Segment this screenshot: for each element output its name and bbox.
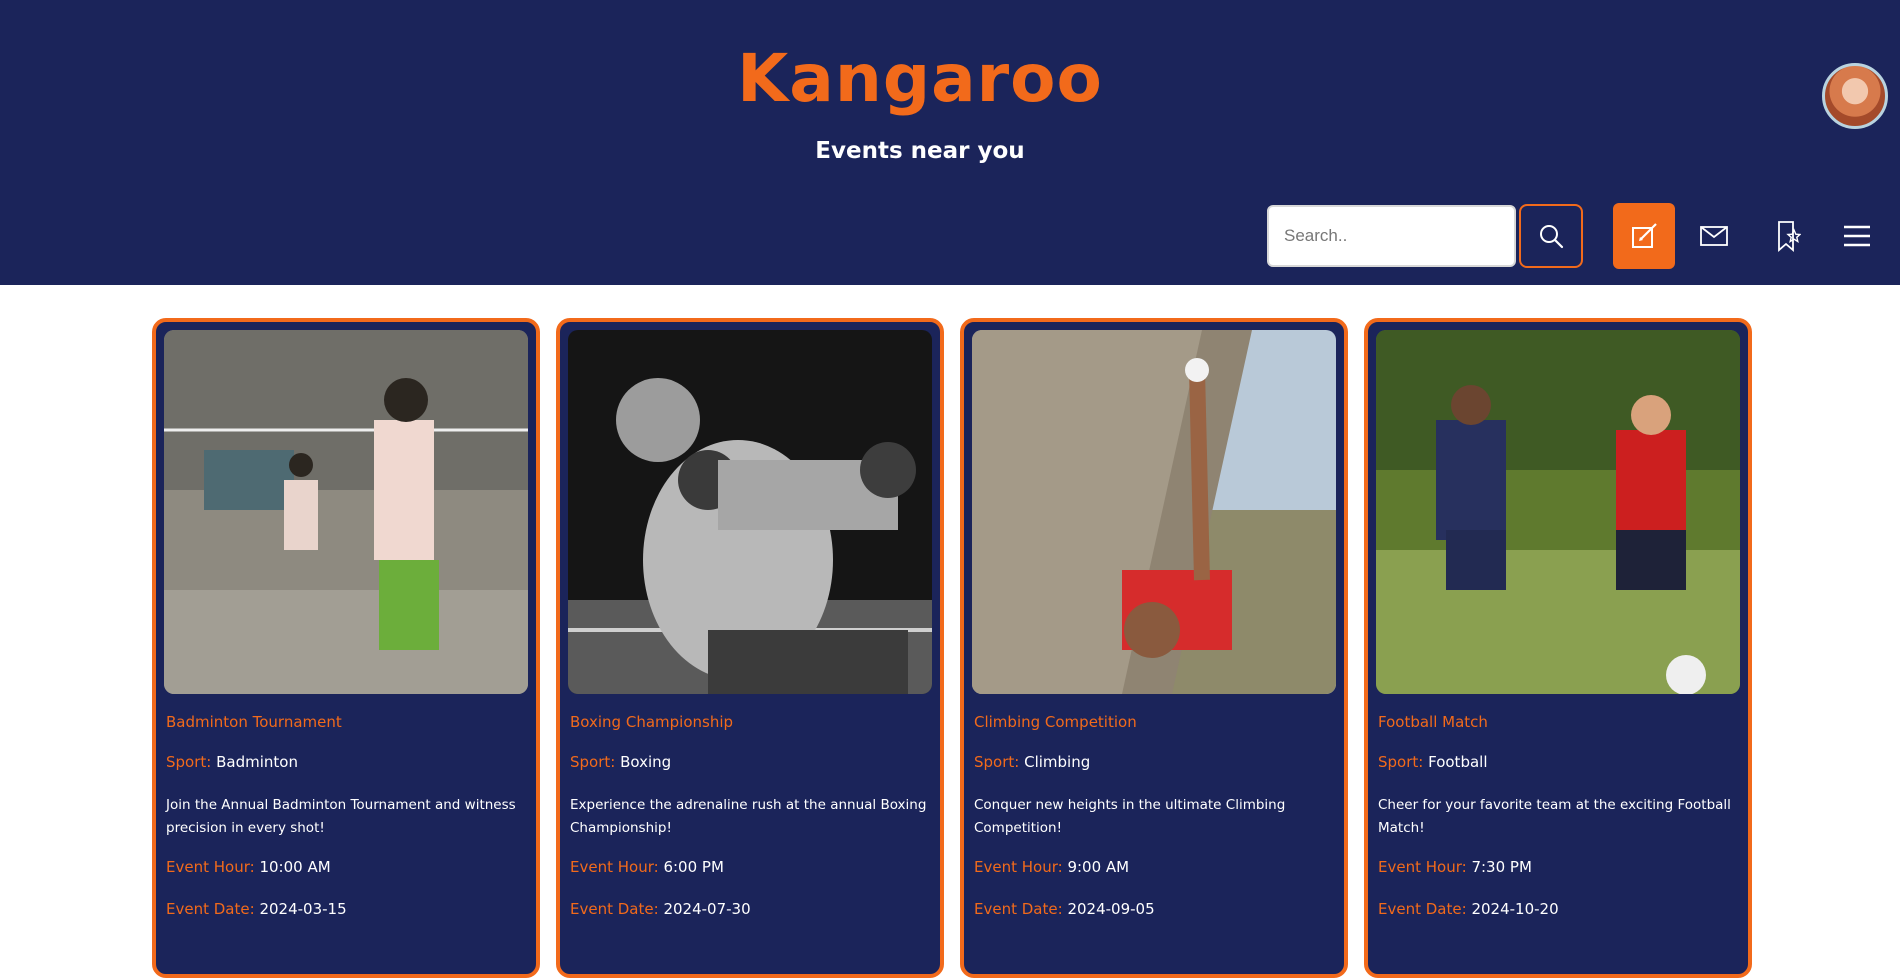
event-card[interactable]: Climbing Competition Sport: Climbing Con… bbox=[960, 318, 1348, 978]
event-title[interactable]: Boxing Championship bbox=[570, 713, 733, 731]
hour-value: 10:00 AM bbox=[259, 858, 331, 876]
menu-button[interactable] bbox=[1826, 203, 1888, 269]
event-title[interactable]: Climbing Competition bbox=[974, 713, 1137, 731]
messages-button[interactable] bbox=[1683, 203, 1745, 269]
event-image bbox=[164, 330, 528, 694]
hour-label: Event Hour: bbox=[166, 858, 255, 876]
sport-label: Sport: bbox=[974, 753, 1020, 771]
page-subtitle: Events near you bbox=[815, 138, 1025, 164]
event-description: Cheer for your favorite team at the exci… bbox=[1378, 797, 1731, 836]
sport-value: Badminton bbox=[216, 753, 298, 771]
mail-icon bbox=[1700, 226, 1728, 246]
sport-value: Boxing bbox=[620, 753, 672, 771]
date-value: 2024-07-30 bbox=[663, 900, 751, 918]
date-label: Event Date: bbox=[974, 900, 1063, 918]
hour-label: Event Hour: bbox=[570, 858, 659, 876]
event-date: Event Date: 2024-07-30 bbox=[570, 900, 751, 918]
event-sport: Sport: Climbing bbox=[974, 753, 1090, 771]
saved-events-button[interactable] bbox=[1757, 203, 1819, 269]
menu-icon bbox=[1844, 225, 1870, 247]
event-description: Join the Annual Badminton Tournament and… bbox=[166, 797, 516, 836]
event-card[interactable]: Badminton Tournament Sport: Badminton Jo… bbox=[152, 318, 540, 978]
create-event-button[interactable] bbox=[1613, 203, 1675, 269]
sport-value: Climbing bbox=[1024, 753, 1091, 771]
sport-label: Sport: bbox=[570, 753, 616, 771]
event-sport: Sport: Boxing bbox=[570, 753, 671, 771]
event-sport: Sport: Badminton bbox=[166, 753, 298, 771]
event-title[interactable]: Football Match bbox=[1378, 713, 1488, 731]
event-description: Experience the adrenaline rush at the an… bbox=[570, 797, 927, 836]
event-image bbox=[972, 330, 1336, 694]
date-label: Event Date: bbox=[1378, 900, 1467, 918]
bookmark-star-icon bbox=[1778, 221, 1801, 252]
hour-label: Event Hour: bbox=[1378, 858, 1467, 876]
search-button[interactable] bbox=[1519, 204, 1583, 268]
event-image bbox=[568, 330, 932, 694]
date-label: Event Date: bbox=[166, 900, 255, 918]
event-sport: Sport: Football bbox=[1378, 753, 1488, 771]
date-value: 2024-03-15 bbox=[259, 900, 347, 918]
edit-icon bbox=[1632, 223, 1657, 248]
brand-title[interactable]: Kangaroo bbox=[0, 40, 1840, 117]
search-icon bbox=[1540, 225, 1564, 249]
event-card[interactable]: Football Match Sport: Football Cheer for… bbox=[1364, 318, 1752, 978]
event-hour: Event Hour: 10:00 AM bbox=[166, 858, 331, 876]
event-date: Event Date: 2024-09-05 bbox=[974, 900, 1155, 918]
event-date: Event Date: 2024-03-15 bbox=[166, 900, 347, 918]
hour-label: Event Hour: bbox=[974, 858, 1063, 876]
sport-label: Sport: bbox=[166, 753, 212, 771]
hour-value: 9:00 AM bbox=[1067, 858, 1130, 876]
site-header: Kangaroo Events near you bbox=[0, 0, 1900, 285]
avatar[interactable] bbox=[1822, 63, 1888, 129]
event-description: Conquer new heights in the ultimate Clim… bbox=[974, 797, 1286, 836]
search-input[interactable] bbox=[1267, 205, 1516, 267]
event-date: Event Date: 2024-10-20 bbox=[1378, 900, 1559, 918]
event-hour: Event Hour: 6:00 PM bbox=[570, 858, 724, 876]
date-value: 2024-10-20 bbox=[1471, 900, 1559, 918]
event-hour: Event Hour: 9:00 AM bbox=[974, 858, 1129, 876]
hour-value: 6:00 PM bbox=[663, 858, 724, 876]
hour-value: 7:30 PM bbox=[1471, 858, 1532, 876]
event-hour: Event Hour: 7:30 PM bbox=[1378, 858, 1532, 876]
date-label: Event Date: bbox=[570, 900, 659, 918]
sport-label: Sport: bbox=[1378, 753, 1424, 771]
event-title[interactable]: Badminton Tournament bbox=[166, 713, 342, 731]
event-card[interactable]: Boxing Championship Sport: Boxing Experi… bbox=[556, 318, 944, 978]
sport-value: Football bbox=[1428, 753, 1488, 771]
event-image bbox=[1376, 330, 1740, 694]
date-value: 2024-09-05 bbox=[1067, 900, 1155, 918]
